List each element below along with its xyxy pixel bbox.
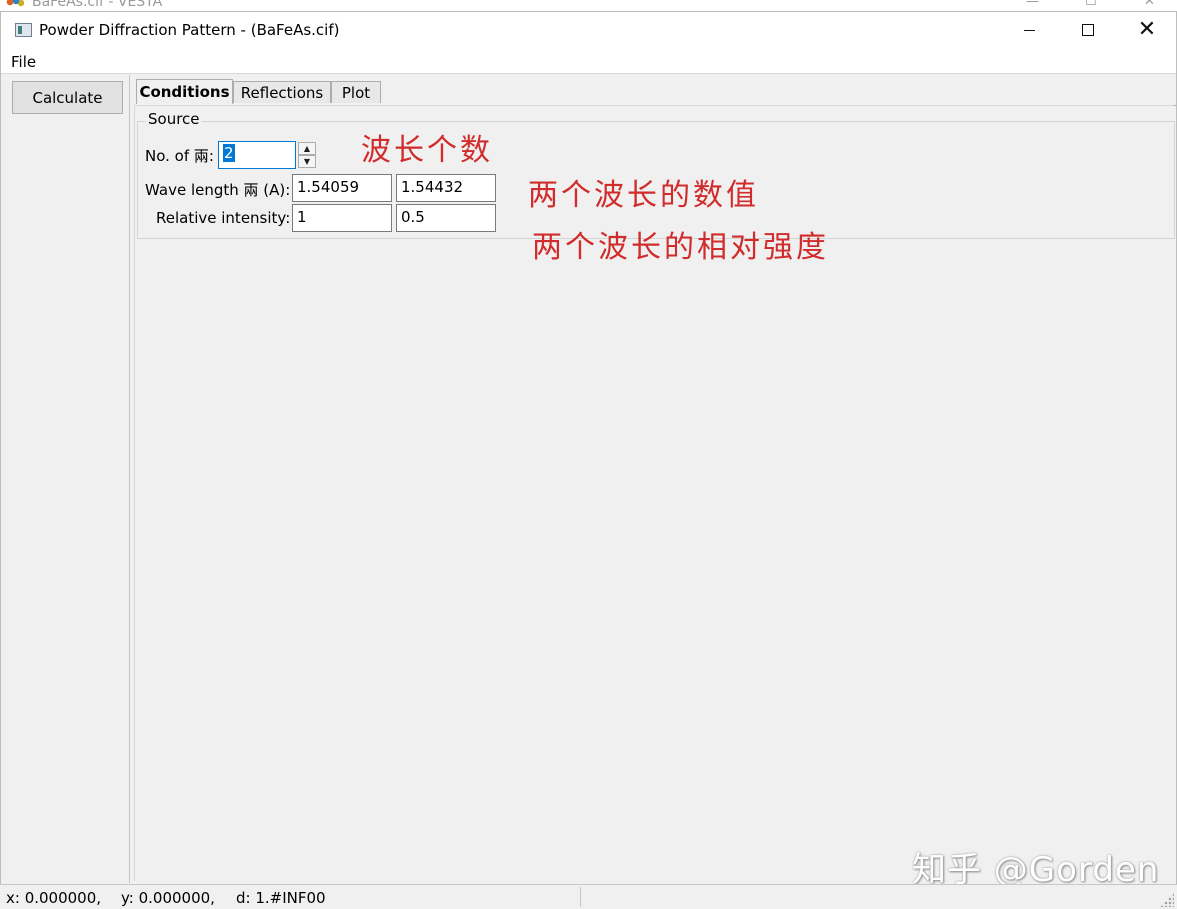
tab-conditions[interactable]: Conditions xyxy=(136,79,233,104)
menubar: File xyxy=(1,50,1176,74)
wavelength-2-field[interactable]: 1.54432 xyxy=(396,174,496,202)
minimize-button[interactable] xyxy=(1000,12,1058,48)
annotation-num-wavelengths: 波长个数 xyxy=(361,133,493,168)
window-title: Powder Diffraction Pattern - (BaFeAs.cif… xyxy=(39,21,340,39)
relative-intensity-label: Relative intensity: xyxy=(156,209,291,227)
background-minimize-icon[interactable]: — xyxy=(1026,0,1039,9)
tab-plot[interactable]: Plot xyxy=(331,81,381,103)
num-wavelengths-spinner: ▲ ▼ xyxy=(298,142,316,168)
minimize-icon xyxy=(1023,29,1035,31)
left-toolbar-panel: Calculate xyxy=(5,75,130,883)
close-icon: ✕ xyxy=(1137,17,1157,42)
annotation-wavelength-values: 两个波长的数值 xyxy=(528,178,759,213)
status-divider xyxy=(580,887,581,907)
num-wavelengths-label: No. of 兩: xyxy=(145,147,214,165)
spin-up-arrow-icon[interactable]: ▲ xyxy=(298,142,316,155)
background-maximize-icon[interactable]: ☐ xyxy=(1085,0,1097,9)
wavelength-1-field[interactable]: 1.54059 xyxy=(292,174,392,202)
num-wavelengths-value: 2 xyxy=(223,144,235,162)
annotation-relative-intensity: 两个波长的相对强度 xyxy=(532,230,829,265)
status-y: y: 0.000000, xyxy=(121,889,215,907)
background-close-icon[interactable]: ✕ xyxy=(1144,0,1155,9)
close-button[interactable]: ✕ xyxy=(1118,12,1176,48)
maximize-icon xyxy=(1082,24,1094,36)
source-group-title: Source xyxy=(146,110,202,128)
background-window-titlebar: BaFeAs.cif - VESTA — ☐ ✕ xyxy=(0,0,1177,11)
resize-grip-icon[interactable] xyxy=(1160,893,1174,907)
status-d: d: 1.#INF00 xyxy=(236,889,326,907)
vesta-app-icon xyxy=(6,0,24,8)
powder-diffraction-dialog: Powder Diffraction Pattern - (BaFeAs.cif… xyxy=(0,11,1177,909)
background-window-title: BaFeAs.cif - VESTA xyxy=(32,0,163,10)
tab-reflections[interactable]: Reflections xyxy=(233,81,331,103)
spin-down-arrow-icon[interactable]: ▼ xyxy=(298,155,316,168)
tab-strip: Conditions Reflections Plot xyxy=(136,79,1176,106)
status-x: x: 0.000000, xyxy=(6,889,102,907)
maximize-button[interactable] xyxy=(1059,12,1117,48)
calculate-button[interactable]: Calculate xyxy=(12,81,123,114)
wavelength-label: Wave length 兩 (A): xyxy=(145,181,291,199)
intensity-2-field[interactable]: 0.5 xyxy=(396,204,496,232)
window-app-icon xyxy=(15,23,32,37)
dialog-titlebar[interactable]: Powder Diffraction Pattern - (BaFeAs.cif… xyxy=(1,12,1176,50)
num-wavelengths-input[interactable]: 2 xyxy=(218,141,296,169)
menu-file[interactable]: File xyxy=(11,53,36,71)
intensity-1-field[interactable]: 1 xyxy=(292,204,392,232)
status-bar: x: 0.000000, y: 0.000000, d: 1.#INF00 xyxy=(0,884,1177,909)
